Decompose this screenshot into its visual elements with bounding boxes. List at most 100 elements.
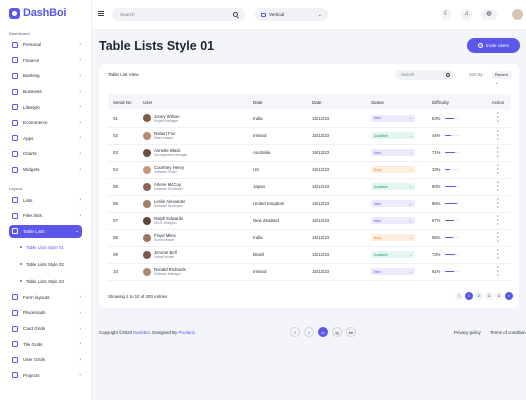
serial-no-cell: 07 (113, 218, 118, 223)
more-vertical-icon[interactable]: · · · (488, 214, 508, 228)
sidebar-item-personal[interactable]: Personal › (0, 37, 91, 53)
table-row: 03 Annette Black Development Manager Austra… (108, 144, 511, 161)
sort-select[interactable]: Recent ⌄ (492, 71, 512, 85)
sidebar-item-tile-grids[interactable]: Tile Grids › (0, 336, 91, 352)
bullet-icon (20, 263, 22, 266)
location-cell: Ireland (253, 269, 267, 274)
status-select[interactable]: New ⌄ (371, 217, 415, 224)
more-vertical-icon[interactable]: · · · (488, 146, 508, 160)
sidebar-item-files-lists[interactable]: Files lists › (0, 208, 91, 224)
more-vertical-icon[interactable]: · · · (488, 163, 508, 177)
sidebar-item-projects[interactable]: Projects › (0, 368, 91, 384)
more-vertical-icon[interactable]: · · · (488, 231, 508, 245)
difficulty-percent: 73% (432, 252, 441, 257)
sidebar-item-charts[interactable]: Charts › (0, 146, 91, 162)
user-text: Leslie Alexander Software Developer (154, 199, 186, 209)
page-button-3[interactable]: 3 (485, 292, 493, 300)
layout-select[interactable]: Vertical ⌄ (255, 8, 328, 21)
sidebar-item-widgets[interactable]: Widgets › (0, 162, 91, 178)
location-cell: Ireland (253, 133, 267, 138)
status-select[interactable]: New ⌄ (371, 200, 415, 207)
linkedin-icon[interactable]: in (318, 327, 328, 337)
difficulty-cell: 73% (429, 246, 485, 263)
sidebar-item-lifestyle[interactable]: Lifestyle › (0, 99, 91, 115)
logo[interactable]: DashBoi (0, 0, 91, 26)
location-cell: United Kingdom (253, 201, 285, 206)
placeloads-icon (12, 309, 18, 316)
user-grids-icon (12, 356, 18, 363)
logo-text: DashBoi (23, 7, 67, 19)
search-input[interactable]: Search (112, 8, 245, 21)
sidebar-subitem-table-lists-style-03[interactable]: Table Lists Style 03 (0, 273, 91, 290)
status-cell: New ⌄ (368, 144, 429, 161)
theme-toggle-icon[interactable]: ☾ (441, 9, 452, 20)
sidebar-item-business[interactable]: Business › (0, 84, 91, 100)
table-row: 04 Courtney Henry Software Tester US 15/12/2… (108, 161, 511, 178)
chevron-right-icon: › (79, 88, 81, 95)
table-search-input[interactable]: Search (395, 70, 455, 80)
copyright-brand-link[interactable]: DashBoi (133, 330, 150, 335)
status-select[interactable]: New ⌄ (371, 114, 415, 122)
avatar (143, 165, 151, 174)
sidebar-item-user-grids[interactable]: User Grids › (0, 352, 91, 368)
status-select[interactable]: New ⌄ (371, 268, 415, 275)
notification-bell-icon[interactable]: ♫ (461, 9, 472, 20)
more-vertical-icon[interactable]: · · · (488, 129, 508, 143)
chevron-right-icon: › (79, 72, 81, 79)
privacy-policy-link[interactable]: Privacy policy (454, 330, 481, 335)
menu-toggle-icon[interactable] (98, 11, 104, 17)
more-vertical-icon[interactable]: · · · (488, 180, 508, 194)
invite-users-button[interactable]: + Invite Users (467, 38, 520, 53)
charts-icon (12, 150, 18, 157)
sidebar-subitem-table-lists-style-01[interactable]: Table Lists Style 01 (0, 239, 91, 256)
page-button-2[interactable]: 2 (475, 292, 483, 300)
status-select[interactable]: New ⌄ (371, 149, 415, 156)
language-globe-icon[interactable]: ◍ (481, 9, 497, 20)
prev-page-button[interactable]: < (455, 292, 463, 300)
next-page-button[interactable]: > (505, 292, 513, 300)
more-vertical-icon[interactable]: · · · (488, 248, 508, 262)
sidebar-subitem-label: Table Lists Style 01 (26, 244, 64, 250)
status-select[interactable]: Available ⌄ (371, 132, 415, 139)
sidebar-item-form-layouts[interactable]: Form layouts › (0, 290, 91, 306)
user-role: Development Manager (154, 153, 188, 158)
avatar[interactable] (512, 9, 523, 20)
twitter-icon[interactable]: t (304, 327, 314, 337)
more-vertical-icon[interactable]: · · · (488, 111, 508, 125)
difficulty-percent: 67% (432, 218, 441, 223)
chevron-down-icon: ⌄ (409, 133, 412, 138)
lists-icon (12, 197, 18, 204)
status-select[interactable]: Busy ⌄ (371, 166, 415, 173)
header-user: User (143, 99, 153, 105)
user-role: Team Leader (154, 136, 174, 141)
facebook-icon[interactable]: f (290, 327, 300, 337)
chevron-right-icon: › (79, 41, 81, 48)
more-vertical-icon[interactable]: · · · (488, 197, 508, 211)
more-vertical-icon[interactable]: · · · (488, 265, 508, 279)
terms-link[interactable]: Terms of condition (490, 330, 526, 335)
chevron-right-icon: › (79, 212, 81, 219)
sidebar-item-placeloads[interactable]: Placeloads › (0, 305, 91, 321)
sidebar-item-ecommerce[interactable]: Ecommerce › (0, 115, 91, 131)
sidebar-item-lists[interactable]: Lists › (0, 192, 91, 208)
chevron-right-icon: › (79, 197, 81, 204)
instagram-icon[interactable]: ig (332, 327, 342, 337)
page-button-1[interactable]: 1 (465, 292, 473, 300)
user-cell: Ronald Richards Software Manager (140, 263, 250, 280)
status-select[interactable]: Available ⌄ (371, 183, 415, 190)
designer-link[interactable]: Pixelaris (178, 330, 195, 335)
sidebar-item-finance[interactable]: Finance › (0, 53, 91, 69)
status-select[interactable]: Available ⌄ (371, 251, 415, 258)
difficulty-progress-bar (445, 236, 459, 239)
status-cell: New ⌄ (368, 195, 429, 212)
sidebar-item-table-lists[interactable]: Table Lists ⌄ (9, 224, 82, 238)
status-select[interactable]: Busy ⌄ (371, 234, 415, 241)
sidebar-item-card-grids[interactable]: Card Grids › (0, 321, 91, 337)
sidebar-subitem-table-lists-style-02[interactable]: Table Lists Style 02 (0, 256, 91, 273)
status-badge: Available (374, 252, 388, 257)
page-button-4[interactable]: 4 (495, 292, 503, 300)
sidebar-item-apps[interactable]: Apps › (0, 131, 91, 147)
behance-icon[interactable]: be (346, 327, 356, 337)
user-info: Courtney Henry Software Tester (143, 165, 247, 174)
sidebar-item-banking[interactable]: Banking › (0, 68, 91, 84)
